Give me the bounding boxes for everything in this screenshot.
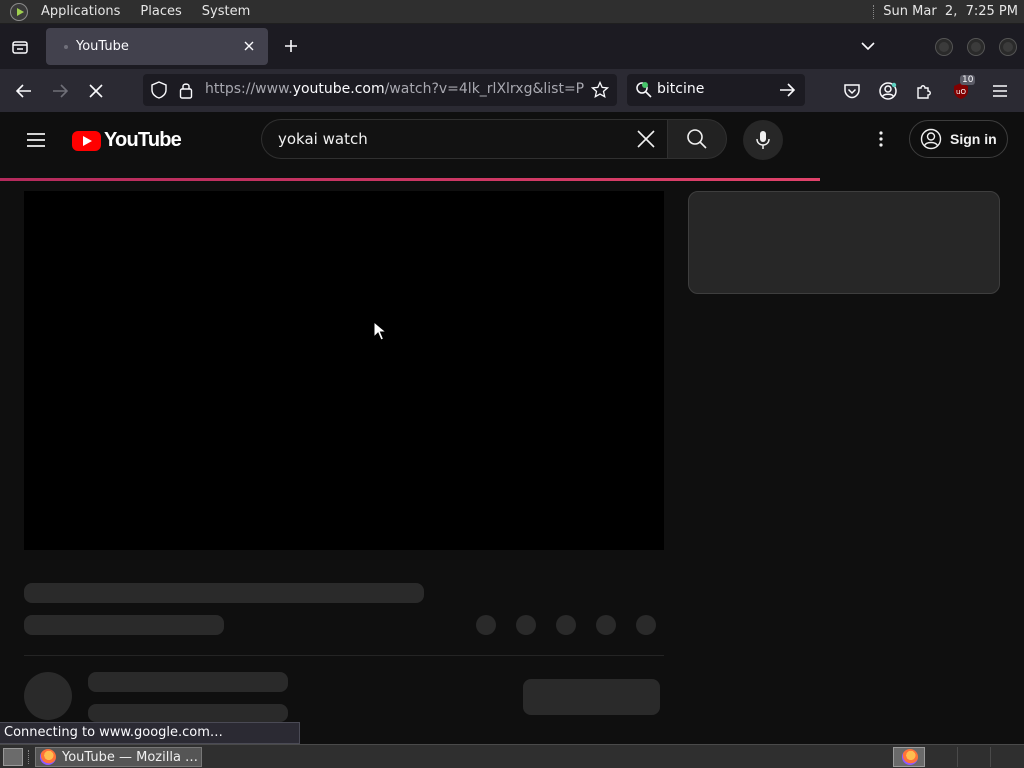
url-text[interactable]: https://www.youtube.com/watch?v=4lk_rlXl…: [205, 81, 585, 97]
account-icon: [879, 82, 897, 100]
navigation-toolbar: https://www.youtube.com/watch?v=4lk_rlXl…: [0, 69, 1024, 181]
video-player[interactable]: [24, 191, 664, 550]
search-go-arrow-icon[interactable]: [779, 83, 795, 97]
youtube-logo[interactable]: YouTube: [72, 129, 182, 152]
workspace-4[interactable]: [992, 747, 1022, 767]
stop-button[interactable]: [81, 76, 111, 106]
mouse-pointer-icon: [373, 321, 387, 341]
hamburger-menu-icon: [993, 85, 1007, 97]
puzzle-piece-icon: [917, 85, 931, 99]
subscriber-skeleton: [88, 704, 288, 722]
youtube-masthead: YouTube yokai watch Sign in: [0, 112, 1024, 168]
distro-logo-icon[interactable]: [10, 2, 28, 21]
action-skeleton-dot: [596, 615, 616, 635]
tab-strip: YouTube: [0, 24, 1024, 69]
pocket-button[interactable]: [837, 76, 867, 106]
account-button[interactable]: [873, 76, 903, 106]
channel-avatar-skeleton: [24, 672, 72, 720]
applications-menu[interactable]: Applications: [34, 4, 127, 19]
stop-x-icon: [89, 84, 103, 98]
forward-button[interactable]: [45, 76, 75, 106]
pocket-icon: [844, 84, 860, 99]
search-bar-value[interactable]: bitcine: [657, 81, 704, 97]
ublock-origin-button[interactable]: uO 10: [946, 75, 976, 106]
panel-clock[interactable]: Sun Mar 2, 7:25 PM: [883, 4, 1018, 19]
new-tab-button[interactable]: [278, 32, 304, 60]
screen: Applications Places System Sun Mar 2, 7:…: [0, 0, 1024, 768]
show-desktop-icon[interactable]: [3, 748, 23, 766]
taskbar-separator: [28, 750, 30, 764]
window-maximize-button[interactable]: [968, 39, 984, 55]
chevron-down-icon: [861, 42, 875, 51]
forward-arrow-icon: [53, 84, 68, 98]
tracking-shield-icon[interactable]: [151, 81, 167, 99]
sign-in-label: Sign in: [950, 131, 997, 147]
firefox-icon: [40, 749, 56, 765]
places-menu[interactable]: Places: [133, 4, 188, 19]
action-skeleton-dot: [476, 615, 496, 635]
lock-icon[interactable]: [179, 81, 193, 99]
content-divider: [24, 655, 664, 656]
firefox-view-icon: [12, 40, 28, 54]
youtube-search-query[interactable]: yokai watch: [278, 130, 368, 148]
status-panel: Connecting to www.google.com…: [0, 722, 300, 744]
extensions-button[interactable]: [909, 76, 939, 106]
voice-search-button[interactable]: [743, 120, 783, 160]
action-skeleton-dot: [556, 615, 576, 635]
back-button[interactable]: [9, 76, 39, 106]
svg-text:uO: uO: [956, 88, 966, 96]
system-menu[interactable]: System: [195, 4, 257, 19]
title-skeleton: [24, 583, 424, 603]
page-loading-progress-bar: [0, 178, 820, 181]
firefox-view-button[interactable]: [0, 24, 40, 69]
account-circle-icon: [920, 128, 942, 150]
window-close-button[interactable]: [1000, 39, 1016, 55]
youtube-play-logo-icon: [72, 130, 101, 151]
youtube-search-button[interactable]: [667, 119, 727, 159]
bookmark-star-icon[interactable]: [591, 81, 609, 99]
bottom-taskbar: YouTube — Mozilla …: [0, 744, 1024, 768]
subscribe-button-skeleton: [523, 679, 660, 715]
channel-name-skeleton: [88, 672, 288, 692]
workspace-1[interactable]: [893, 747, 925, 767]
tab-youtube[interactable]: YouTube: [46, 28, 268, 65]
tab-close-icon[interactable]: [240, 37, 258, 55]
tab-loading-icon: [64, 44, 68, 49]
taskbar-window-firefox[interactable]: YouTube — Mozilla …: [35, 747, 202, 767]
vertical-dots-icon: [879, 131, 883, 147]
app-menu-button[interactable]: [985, 76, 1015, 106]
search-engine-icon: [636, 82, 652, 98]
workspace-3[interactable]: [959, 747, 991, 767]
plus-icon: [285, 40, 297, 52]
workspace-2[interactable]: [926, 747, 958, 767]
taskbar-window-title: YouTube — Mozilla …: [62, 749, 199, 765]
microphone-icon: [756, 131, 770, 149]
panel-separator: [873, 4, 875, 19]
search-bar[interactable]: bitcine: [627, 74, 805, 106]
guide-menu-icon[interactable]: [20, 124, 52, 156]
channel-skeleton: [24, 615, 224, 635]
back-arrow-icon: [16, 84, 31, 98]
workspace-firefox-icon: [902, 749, 918, 765]
action-skeleton-dot: [516, 615, 536, 635]
window-minimize-button[interactable]: [936, 39, 952, 55]
top-panel: Applications Places System Sun Mar 2, 7:…: [0, 0, 1024, 24]
tab-title: YouTube: [76, 39, 129, 54]
search-icon: [687, 129, 707, 149]
sign-in-button[interactable]: Sign in: [909, 120, 1008, 158]
clear-search-icon[interactable]: [633, 126, 659, 152]
settings-more-button[interactable]: [866, 124, 896, 154]
action-skeleton-dot: [636, 615, 656, 635]
ublock-badge: 10: [960, 75, 976, 85]
url-bar[interactable]: https://www.youtube.com/watch?v=4lk_rlXl…: [143, 74, 617, 106]
list-all-tabs-button[interactable]: [856, 34, 880, 58]
secondary-placeholder-card: [688, 191, 1000, 294]
youtube-search-input[interactable]: yokai watch: [261, 119, 667, 159]
youtube-logo-text: YouTube: [104, 129, 182, 151]
